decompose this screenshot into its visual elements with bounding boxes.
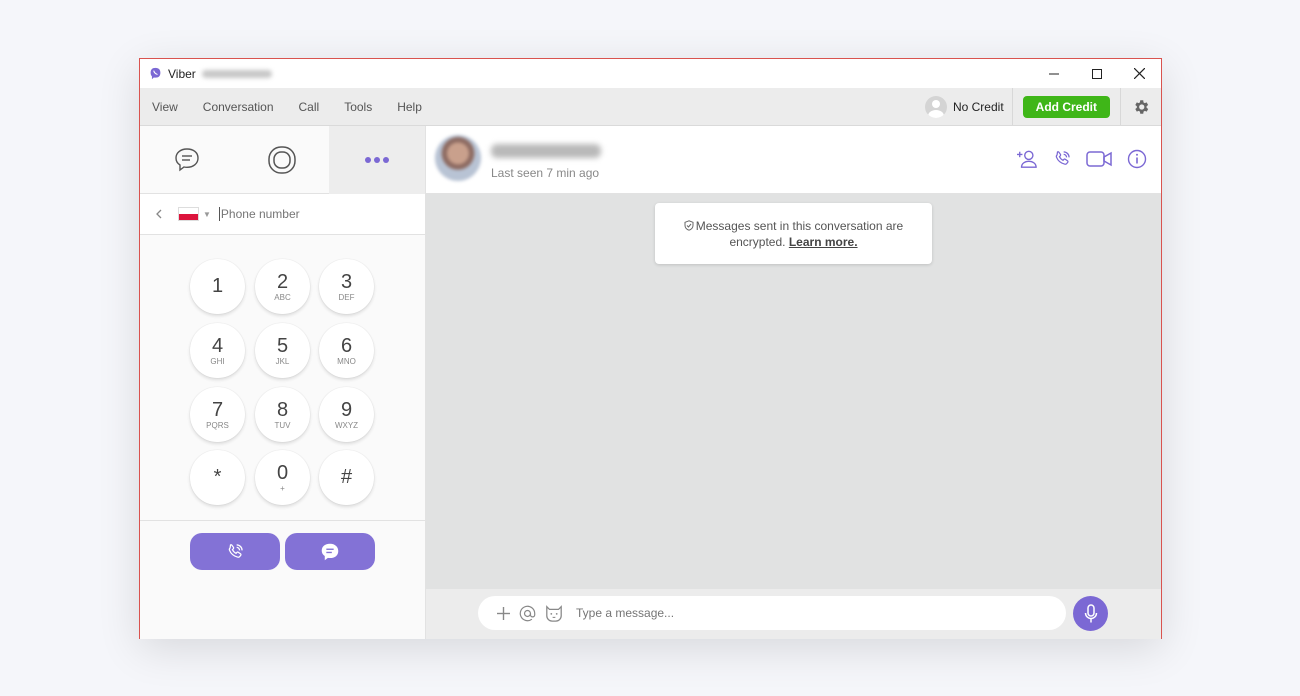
key-letters: MNO <box>337 356 356 366</box>
more-dots-icon <box>365 157 390 163</box>
account-phone-redacted <box>201 69 272 78</box>
add-participant-icon[interactable] <box>1016 149 1038 169</box>
menu-call[interactable]: Call <box>299 100 320 114</box>
key-digit: 6 <box>340 334 353 357</box>
keypad-divider <box>140 520 425 521</box>
menu-bar: View Conversation Call Tools Help No Cre… <box>140 88 1161 126</box>
user-avatar[interactable] <box>924 95 947 118</box>
key-digit: 2 <box>276 270 289 293</box>
chat-messages-area: Messages sent in this conversation are e… <box>426 194 1161 589</box>
back-chevron-icon[interactable] <box>155 206 165 222</box>
message-composer <box>478 596 1066 630</box>
viber-window: Viber View Conversation Call Tools Help … <box>139 58 1162 639</box>
left-panel: ▼ 1 2ABC 3DEF 4GHI 5JKL 6MNO 7PQRS 8TUV … <box>140 126 426 639</box>
country-flag-icon[interactable] <box>178 207 199 221</box>
key-digit: * <box>213 466 222 488</box>
shield-icon <box>684 220 694 231</box>
key-5[interactable]: 5 JKL <box>255 323 310 378</box>
key-4[interactable]: 4 GHI <box>190 323 245 378</box>
composer-bar <box>426 589 1161 639</box>
key-letters: WXYZ <box>334 420 359 430</box>
chat-header: Last seen 7 min ago <box>426 126 1161 194</box>
key-digit: 4 <box>211 334 224 357</box>
key-digit: 5 <box>276 334 289 357</box>
message-input[interactable] <box>576 606 976 620</box>
tab-chats[interactable] <box>140 126 235 194</box>
learn-more-link[interactable]: Learn more. <box>789 235 858 249</box>
credit-status: No Credit <box>952 99 1004 114</box>
viber-logo-icon <box>150 67 161 80</box>
key-2[interactable]: 2 ABC <box>255 259 310 314</box>
mention-icon[interactable] <box>519 605 536 622</box>
key-letters: GHI <box>210 356 225 366</box>
key-hash[interactable]: # <box>319 450 374 505</box>
minimize-icon <box>1048 73 1059 74</box>
key-letters: JKL <box>275 356 290 366</box>
key-digit: 8 <box>276 398 289 421</box>
key-letters: + <box>280 483 285 493</box>
phone-number-input[interactable] <box>218 207 379 221</box>
encryption-notice: Messages sent in this conversation are e… <box>655 203 932 264</box>
title-bar: Viber <box>140 59 1161 88</box>
key-6[interactable]: 6 MNO <box>319 323 374 378</box>
contact-name-redacted[interactable] <box>491 144 601 158</box>
info-icon[interactable] <box>1127 149 1147 169</box>
menu-tools[interactable]: Tools <box>344 100 372 114</box>
key-3[interactable]: 3 DEF <box>319 259 374 314</box>
plus-icon[interactable] <box>496 606 511 621</box>
contact-avatar[interactable] <box>435 135 481 181</box>
gear-icon <box>1135 99 1149 114</box>
key-digit: 3 <box>340 270 353 293</box>
minimize-button[interactable] <box>1032 59 1075 88</box>
key-digit: 7 <box>211 398 224 421</box>
close-icon <box>1134 68 1145 79</box>
phone-number-row: ▼ <box>140 194 425 235</box>
call-button[interactable] <box>190 533 280 570</box>
key-star[interactable]: * <box>190 450 245 505</box>
stories-icon <box>268 146 296 174</box>
key-digit: # <box>340 466 353 488</box>
maximize-button[interactable] <box>1075 59 1118 88</box>
settings-button[interactable] <box>1121 88 1161 125</box>
key-7[interactable]: 7 PQRS <box>190 387 245 442</box>
key-letters: PQRS <box>206 420 229 430</box>
key-letters: TUV <box>274 420 291 430</box>
menu-conversation[interactable]: Conversation <box>203 100 274 114</box>
voice-call-icon[interactable] <box>1052 149 1072 169</box>
window-title: Viber <box>168 66 196 81</box>
key-letters: ABC <box>274 292 291 302</box>
key-9[interactable]: 9 WXYZ <box>319 387 374 442</box>
close-button[interactable] <box>1118 59 1161 88</box>
phone-call-icon <box>228 543 243 558</box>
last-seen-status: Last seen 7 min ago <box>491 166 600 180</box>
menu-view[interactable]: View <box>152 100 178 114</box>
key-digit: 1 <box>211 275 224 297</box>
key-letters: DEF <box>338 292 355 302</box>
menu-separator <box>1011 88 1013 125</box>
key-1[interactable]: 1 <box>190 259 245 314</box>
chat-bubble-icon <box>175 148 200 172</box>
key-digit: 0 <box>276 461 289 484</box>
chevron-down-icon[interactable]: ▼ <box>203 210 211 219</box>
sticker-icon[interactable] <box>544 604 564 622</box>
key-digit: 9 <box>340 398 353 421</box>
add-credit-button[interactable]: Add Credit <box>1022 95 1110 118</box>
voice-message-button[interactable] <box>1073 596 1108 631</box>
menu-help[interactable]: Help <box>397 100 422 114</box>
left-tabs <box>140 126 426 194</box>
key-8[interactable]: 8 TUV <box>255 387 310 442</box>
message-button[interactable] <box>285 533 375 570</box>
message-bubble-icon <box>321 543 339 560</box>
tab-more[interactable] <box>329 126 426 194</box>
microphone-icon <box>1084 603 1097 622</box>
key-0[interactable]: 0 + <box>255 450 310 505</box>
video-call-icon[interactable] <box>1086 150 1113 168</box>
maximize-icon <box>1091 68 1102 79</box>
tab-stories[interactable] <box>235 126 330 194</box>
